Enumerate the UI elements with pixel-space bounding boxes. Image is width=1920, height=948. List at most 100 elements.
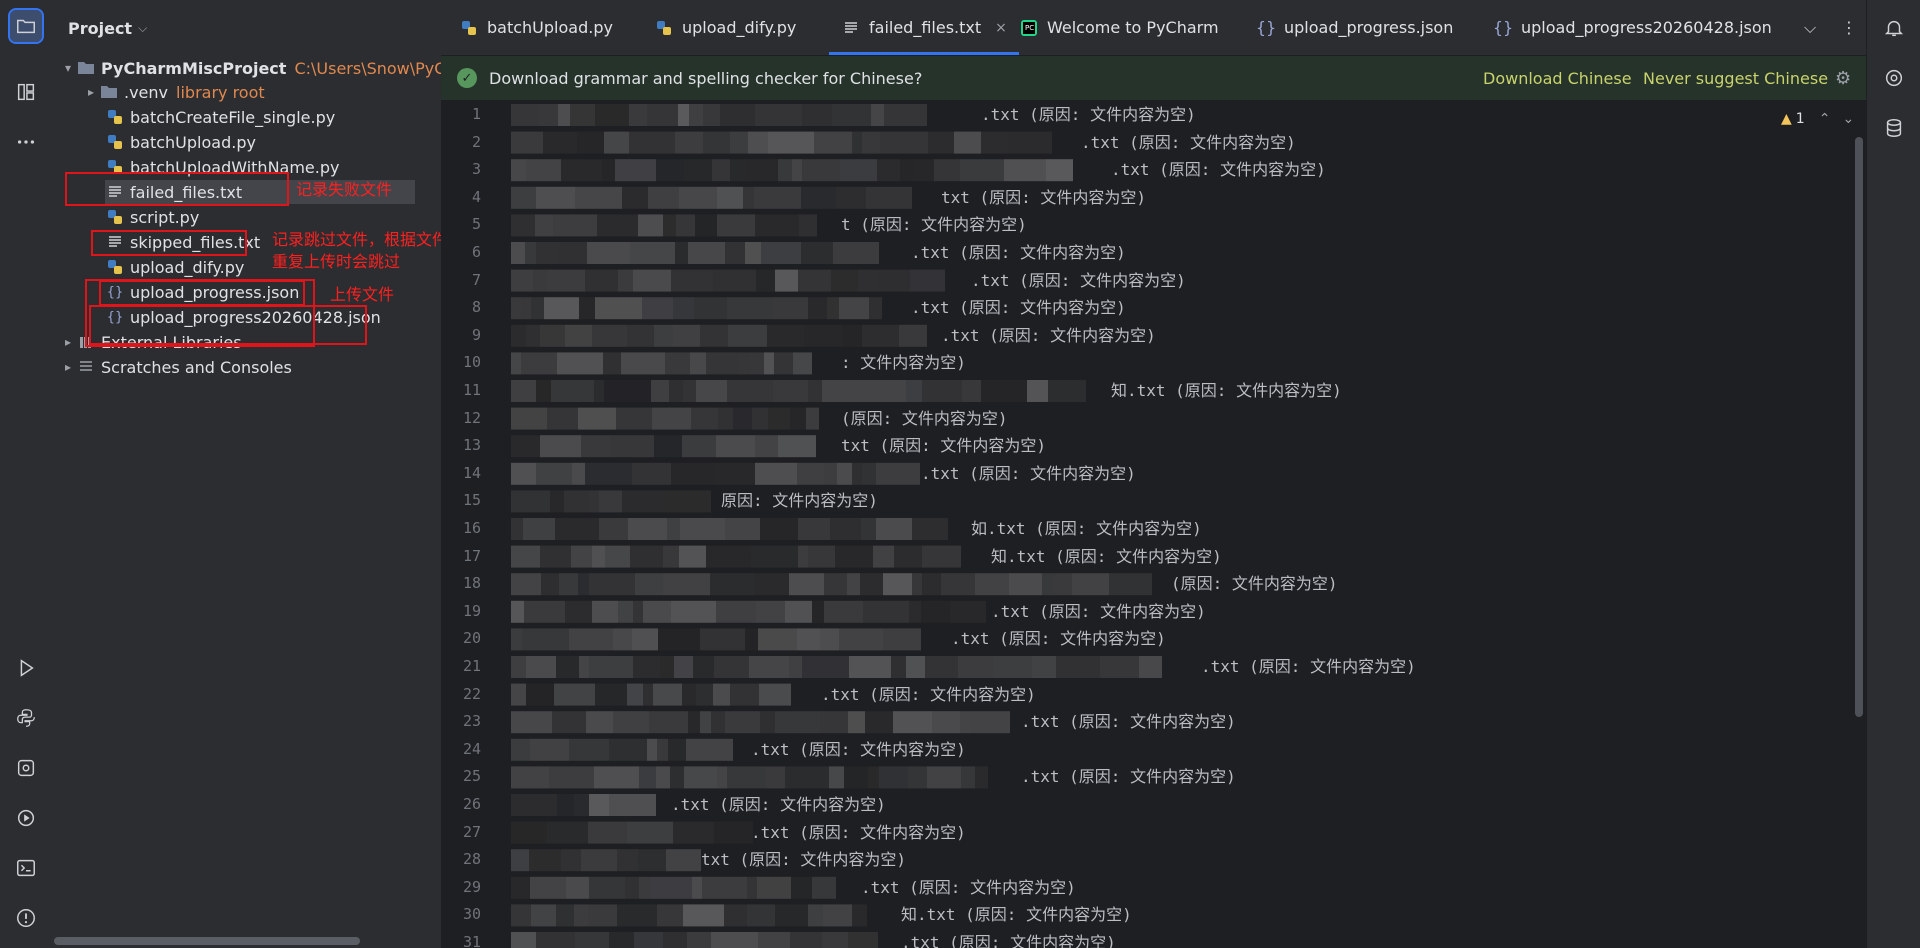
project-panel: Project ⌵ ▾ PyCharmMiscProject C:\Users\…	[52, 0, 442, 948]
horizontal-scrollbar[interactable]	[54, 937, 360, 945]
download-chinese-link[interactable]: Download Chinese	[1483, 69, 1632, 88]
close-icon[interactable]: ×	[995, 20, 1007, 36]
pycharm-logo-icon: PC	[1019, 18, 1039, 38]
tree-item-file[interactable]: batchUpload.py	[105, 130, 256, 154]
tree-item-venv[interactable]: ▸ .venv library root	[83, 80, 265, 104]
tree-item-file[interactable]: script.py	[105, 205, 199, 229]
python-file-icon	[105, 257, 125, 277]
tab-label: Welcome to PyCharm	[1047, 18, 1219, 37]
editor-tab-bar: batchUpload.py upload_dify.py failed_fil…	[441, 0, 1866, 56]
line-number: 16	[462, 519, 481, 537]
bell-icon	[1884, 20, 1904, 37]
line-number: 5	[471, 215, 481, 234]
vertical-scrollbar[interactable]	[1855, 137, 1863, 717]
more-vertical-icon[interactable]: ⋮	[1841, 18, 1857, 37]
inspection-widget[interactable]: ▲ 1 ⌃ ⌄	[1781, 111, 1854, 127]
line-number: 9	[471, 325, 481, 344]
chevron-up-icon[interactable]: ⌃	[1819, 111, 1831, 127]
tab-batchupload[interactable]: batchUpload.py	[459, 0, 613, 55]
line-number-gutter: 1 2 3 4 5 6 7 8 9 10 11 12 13 14 15 16 17 18 19 20 21 22 23 24 2…	[441, 101, 481, 948]
svg-text:PC: PC	[1025, 24, 1034, 32]
line-number: 7	[471, 270, 481, 289]
debug-icon	[17, 809, 35, 827]
tree-item-label: batchCreateFile_single.py	[130, 107, 336, 127]
python-console-button[interactable]	[10, 702, 42, 734]
python-file-icon	[105, 207, 125, 227]
line-number: 11	[462, 381, 481, 399]
editor-area[interactable]: 1 2 3 4 5 6 7 8 9 10 11 12 13 14 15 16 17 18 19 20 21 22 23 24 2…	[441, 101, 1866, 948]
json-file-icon: {}	[1492, 18, 1514, 37]
project-tool-button[interactable]	[8, 8, 44, 44]
chevron-right-icon[interactable]: ▸	[60, 360, 76, 374]
tree-item-file[interactable]: batchCreateFile_single.py	[105, 105, 335, 129]
tab-upload-progress[interactable]: {} upload_progress.json	[1255, 0, 1454, 55]
line-number: 1	[471, 105, 481, 123]
services-icon	[17, 759, 35, 777]
line-number: 14	[462, 463, 481, 482]
debug-tool-button[interactable]	[10, 802, 42, 834]
notification-message: Download grammar and spelling checker fo…	[489, 68, 923, 88]
chevron-down-icon[interactable]: ⌄	[1842, 111, 1854, 127]
ai-assistant-button[interactable]	[1878, 62, 1910, 94]
problems-icon	[17, 909, 35, 927]
tree-item-scratches[interactable]: ▸ Scratches and Consoles	[60, 355, 292, 379]
tree-item-file[interactable]: upload_dify.py	[105, 255, 244, 279]
more-tools-button[interactable]	[10, 126, 42, 158]
line-number: 10	[462, 353, 481, 372]
tab-upload-dify[interactable]: upload_dify.py	[654, 0, 796, 55]
tab-options-button[interactable]: ⋮	[1841, 0, 1857, 55]
warning-icon: ▲	[1781, 111, 1792, 127]
line-number: 15	[462, 491, 481, 510]
annotation-box-skipped	[91, 230, 247, 256]
run-tool-button[interactable]	[10, 652, 42, 684]
line-number: 4	[471, 187, 481, 206]
chevron-right-icon[interactable]: ▸	[83, 85, 99, 99]
root-path: C:\Users\Snow\PyCharm	[294, 58, 441, 78]
text-file-icon	[841, 18, 861, 38]
line-number: 3	[471, 160, 481, 179]
line-number: 28	[462, 850, 481, 869]
services-tool-button[interactable]	[10, 752, 42, 784]
problems-tool-button[interactable]	[10, 902, 42, 934]
line-number: 29	[462, 877, 481, 896]
json-file-icon: {}	[1255, 18, 1277, 37]
project-panel-header[interactable]: Project ⌵	[52, 0, 441, 56]
right-tool-strip	[1866, 0, 1920, 948]
notifications-button[interactable]	[1878, 12, 1910, 44]
structure-tool-button[interactable]	[10, 76, 42, 108]
tab-failed-files[interactable]: failed_files.txt ×	[829, 0, 1019, 55]
line-number: 23	[462, 712, 481, 731]
folder-icon	[17, 19, 35, 34]
terminal-tool-button[interactable]	[10, 852, 42, 884]
tab-label: upload_progress.json	[1284, 18, 1454, 37]
tree-root-row[interactable]: ▾ PyCharmMiscProject C:\Users\Snow\PyCha…	[60, 56, 441, 80]
database-button[interactable]	[1878, 112, 1910, 144]
annotation-box-failed	[65, 172, 289, 206]
chevron-down-icon[interactable]: ⌵	[138, 21, 147, 36]
never-suggest-link[interactable]: Never suggest Chinese	[1643, 69, 1828, 88]
root-name: PyCharmMiscProject	[101, 58, 287, 78]
tab-list-button[interactable]: ⌵	[1804, 0, 1816, 55]
line-number: 21	[462, 657, 481, 675]
tree-item-label: batchUpload.py	[130, 132, 256, 152]
annotation-box-progress-dated	[89, 305, 367, 345]
python-file-icon	[459, 18, 479, 38]
tab-upload-progress-dated[interactable]: {} upload_progress20260428.json	[1493, 0, 1772, 55]
line-number: 20	[462, 629, 481, 648]
line-number: 27	[462, 822, 481, 841]
library-root-label: library root	[176, 82, 265, 102]
gear-icon[interactable]: ⚙	[1835, 68, 1851, 89]
annotation-skipped-line2: 重复上传时会跳过	[272, 252, 401, 271]
python-console-icon	[17, 709, 35, 727]
line-number: 30	[462, 905, 481, 924]
line-number: 19	[462, 601, 481, 620]
tab-welcome[interactable]: PC Welcome to PyCharm	[1019, 0, 1219, 55]
chevron-down-icon[interactable]: ▾	[60, 61, 76, 75]
chevron-down-icon[interactable]: ⌵	[1804, 18, 1816, 38]
python-file-icon	[654, 18, 674, 38]
tree-item-label: upload_dify.py	[130, 257, 245, 277]
scratches-icon	[76, 357, 96, 377]
tab-label: failed_files.txt	[869, 18, 982, 37]
chevron-right-icon[interactable]: ▸	[60, 335, 76, 349]
run-icon	[20, 659, 34, 677]
